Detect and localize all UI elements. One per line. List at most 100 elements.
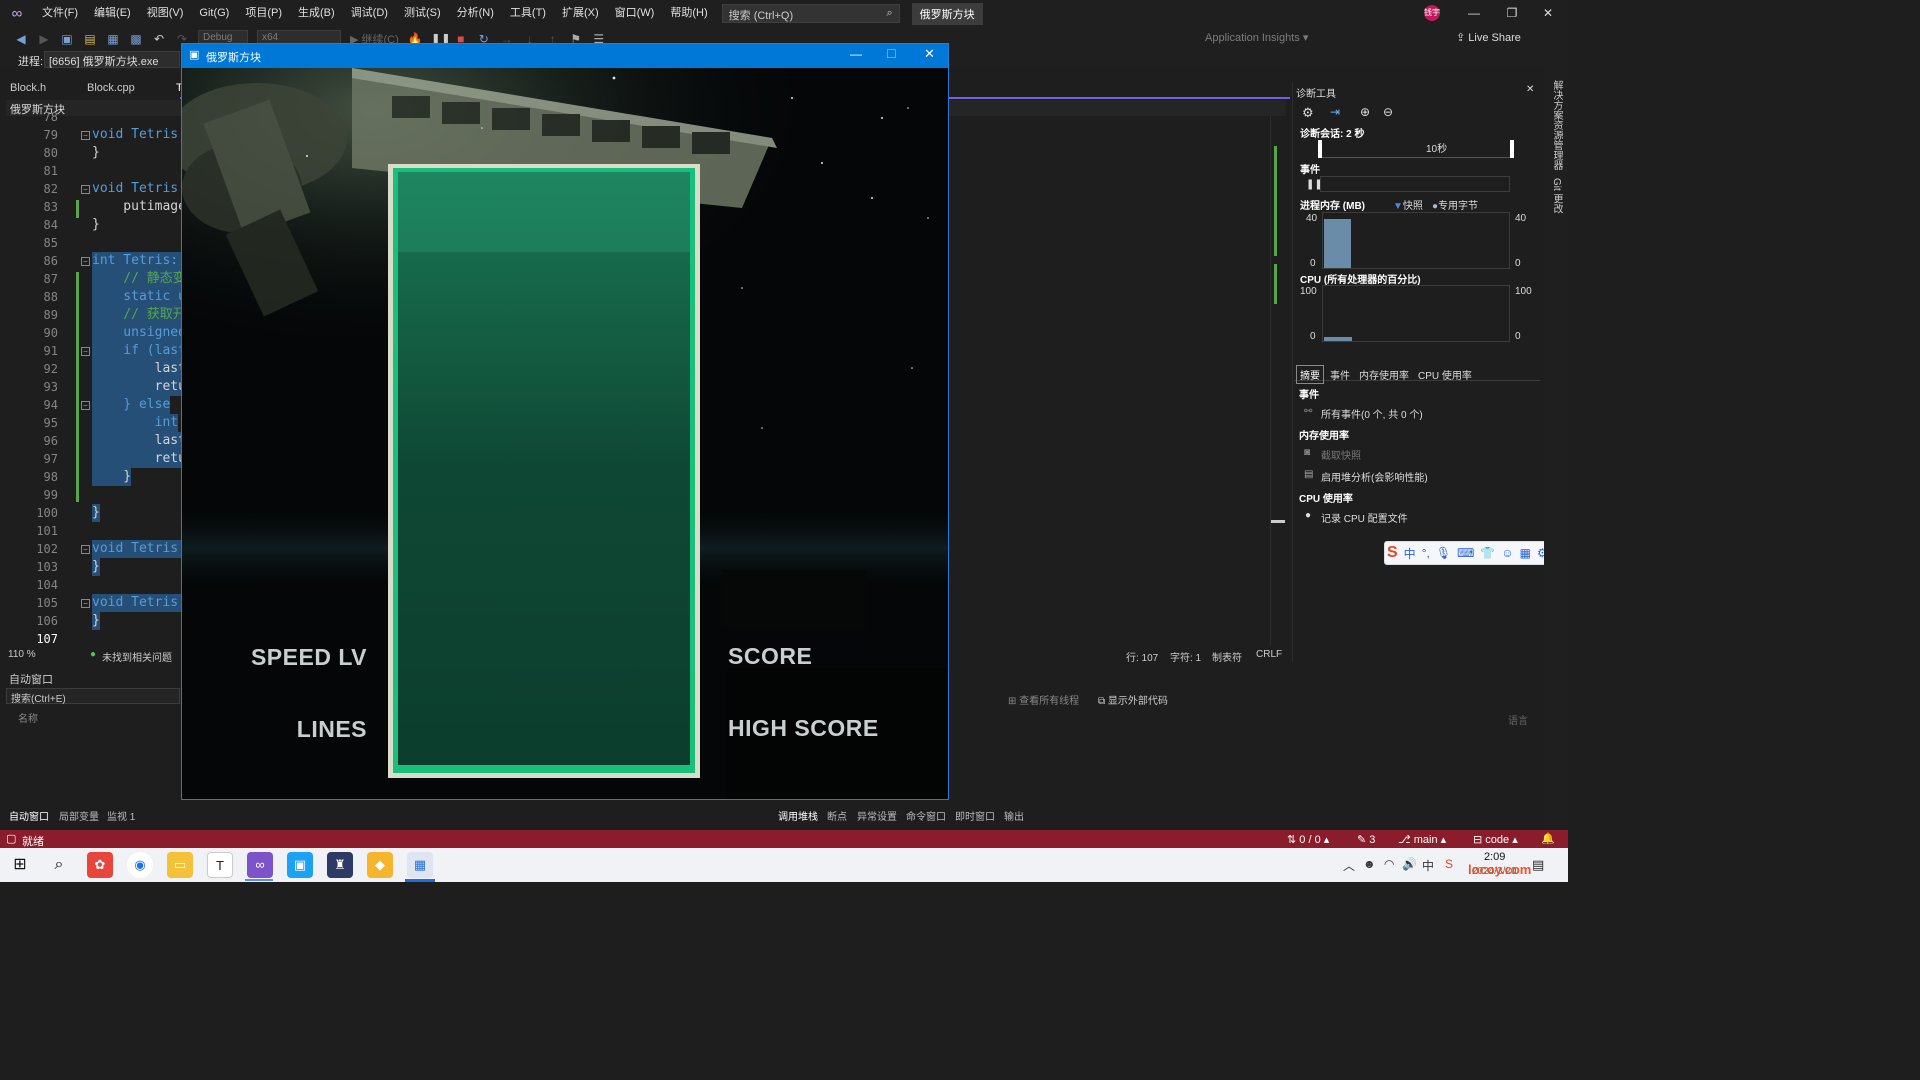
tab-autos[interactable]: 自动窗口 [9, 808, 49, 823]
zoom-out-icon[interactable]: ⊖ [1383, 105, 1393, 119]
chrome-icon[interactable]: ◉ [127, 852, 153, 878]
tab-cpu-usage[interactable]: CPU 使用率 [1418, 367, 1472, 382]
repo-indicator[interactable]: ⊟ code ▴ [1473, 833, 1518, 846]
code-line[interactable]: } [92, 468, 132, 486]
zoom-level-dropdown[interactable]: 110 % [8, 649, 36, 660]
ime-mode-icon[interactable]: 中 [1422, 857, 1434, 874]
code-line[interactable]: } [92, 144, 100, 162]
notification-center-icon[interactable]: ▤ [1532, 857, 1544, 873]
tetris-app-icon[interactable]: ▦ [407, 852, 433, 878]
code-line[interactable]: void Tetris:: [92, 180, 194, 198]
tab-output[interactable]: 输出 [1004, 808, 1024, 823]
settings-gear-icon[interactable]: ⚙ [1302, 105, 1314, 121]
tab-events[interactable]: 事件 [1330, 367, 1350, 382]
export-icon[interactable]: ⇥ [1330, 105, 1340, 119]
back-icon[interactable]: ◀ [14, 32, 28, 46]
menu-test[interactable]: 测试(S) [396, 0, 449, 27]
menu-extensions[interactable]: 扩展(X) [554, 0, 607, 27]
search-input[interactable]: 搜索 (Ctrl+Q) ⌕ [721, 4, 900, 23]
menu-view[interactable]: 视图(V) [139, 0, 192, 27]
search-icon[interactable]: ⌕ [46, 852, 72, 878]
code-line[interactable]: int Tetris::g [92, 252, 194, 270]
emoji-icon[interactable]: ☺ [1501, 546, 1513, 560]
visual-studio-icon[interactable]: ∞ [247, 852, 273, 878]
tab-call-stack[interactable]: 调用堆栈 [778, 808, 818, 823]
editor-scrollbar[interactable] [1270, 116, 1285, 646]
code-line[interactable]: } else [92, 396, 171, 414]
tab-block-h[interactable]: Block.h [10, 82, 46, 96]
tab-immediate-window[interactable]: 即时窗口 [955, 808, 995, 823]
tab-breakpoints[interactable]: 断点 [827, 808, 847, 823]
menu-git[interactable]: Git(G) [191, 0, 237, 27]
sync-indicator[interactable]: ⇅ 0 / 0 ▴ [1287, 833, 1329, 846]
maximize-icon[interactable]: ❐ [1494, 0, 1530, 27]
menu-edit[interactable]: 编辑(E) [86, 0, 139, 27]
code-line[interactable]: } [92, 612, 100, 630]
code-line[interactable]: unsigned [92, 324, 186, 342]
fold-toggle-icon[interactable]: − [81, 347, 90, 356]
game-canvas[interactable]: SPEED LV LINES SCORE HIGH SCORE [182, 68, 948, 800]
tray-user-icon[interactable]: ☻ [1363, 857, 1376, 871]
pending-changes-indicator[interactable]: ✎ 3 [1357, 833, 1375, 846]
app-icon-8[interactable]: ◆ [367, 852, 393, 878]
fold-toggle-icon[interactable]: − [81, 545, 90, 554]
line-indicator[interactable]: 行: 107 [1126, 649, 1158, 664]
code-line[interactable]: int [92, 414, 179, 432]
eol-indicator[interactable]: CRLF [1256, 649, 1282, 660]
branch-indicator[interactable]: ⎇ main ▴ [1398, 833, 1446, 846]
code-line[interactable]: } [92, 504, 100, 522]
indent-indicator[interactable]: 制表符 [1212, 649, 1242, 664]
game-minimize-icon[interactable]: — [850, 47, 862, 61]
app-icon-6[interactable]: ▣ [287, 852, 313, 878]
timeline-ruler[interactable]: 10秒 [1318, 140, 1514, 158]
tray-chevron-icon[interactable]: ︿ [1343, 857, 1355, 874]
code-line[interactable]: // 静态变 [92, 270, 186, 288]
notification-bell-icon[interactable]: 🔔 [1541, 832, 1555, 845]
fold-toggle-icon[interactable]: − [81, 131, 90, 140]
windows-start-icon[interactable]: ⊞ [7, 852, 33, 878]
menu-help[interactable]: 帮助(H) [662, 0, 715, 27]
typora-icon[interactable]: T [207, 852, 233, 878]
issues-indicator[interactable]: 未找到相关问题 [102, 649, 172, 664]
close-icon[interactable]: ✕ [1526, 84, 1534, 95]
toolbox-icon[interactable]: ▦ [1520, 546, 1531, 560]
volume-icon[interactable]: 🔊 [1402, 857, 1417, 871]
code-line[interactable]: retu [92, 378, 186, 396]
game-maximize-icon[interactable]: ☐ [886, 47, 897, 61]
minimize-icon[interactable]: — [1456, 0, 1492, 27]
menu-window[interactable]: 窗口(W) [607, 0, 663, 27]
app-icon-7[interactable]: ♜ [327, 852, 353, 878]
fold-toggle-icon[interactable]: − [81, 185, 90, 194]
menu-project[interactable]: 项目(P) [237, 0, 290, 27]
wifi-icon[interactable]: ◠ [1384, 857, 1394, 871]
ime-toolbar[interactable]: S 中 °, 🎙 ⌨ 👕 ☺ ▦ ⚙ [1384, 541, 1566, 565]
code-line[interactable]: last [92, 432, 186, 450]
new-item-icon[interactable]: ▣ [60, 32, 74, 46]
zoom-in-icon[interactable]: ⊕ [1360, 105, 1370, 119]
code-line[interactable]: void Tetris:: [92, 594, 194, 612]
code-line[interactable]: static u [92, 288, 186, 306]
tab-command-window[interactable]: 命令窗口 [906, 808, 946, 823]
code-line[interactable]: retu [92, 450, 186, 468]
menu-file[interactable]: 文件(F) [34, 0, 86, 27]
forward-icon[interactable]: ▶ [37, 32, 51, 46]
tab-watch-1[interactable]: 监视 1 [107, 808, 135, 823]
char-indicator[interactable]: 字符: 1 [1170, 649, 1201, 664]
code-line[interactable]: putimage [92, 198, 186, 216]
show-external-code-button[interactable]: ⧉ 显示外部代码 [1098, 692, 1168, 707]
save-icon[interactable]: ▦ [106, 32, 120, 46]
git-changes-tab[interactable]: Git 更改 [1549, 178, 1564, 214]
game-close-icon[interactable]: ✕ [924, 46, 935, 62]
tab-memory-usage[interactable]: 内存使用率 [1359, 367, 1409, 382]
game-titlebar[interactable]: ▣ 俄罗斯方块 — ☐ ✕ [182, 44, 948, 68]
tetris-game-window[interactable]: ▣ 俄罗斯方块 — ☐ ✕ SPEED LV LINES SCORE HIGH … [181, 43, 949, 800]
menu-tools[interactable]: 工具(T) [502, 0, 554, 27]
skin-icon[interactable]: 👕 [1480, 546, 1495, 560]
close-icon[interactable]: ✕ [1530, 0, 1566, 27]
tab-locals[interactable]: 局部变量 [59, 808, 99, 823]
all-events-link[interactable]: 所有事件(0 个, 共 0 个) [1321, 406, 1423, 421]
undo-icon[interactable]: ↶ [152, 32, 166, 46]
code-line[interactable]: void Tetris:: [92, 126, 194, 144]
application-insights-button[interactable]: Application Insights ▾ [1205, 31, 1308, 44]
fold-toggle-icon[interactable]: − [81, 599, 90, 608]
